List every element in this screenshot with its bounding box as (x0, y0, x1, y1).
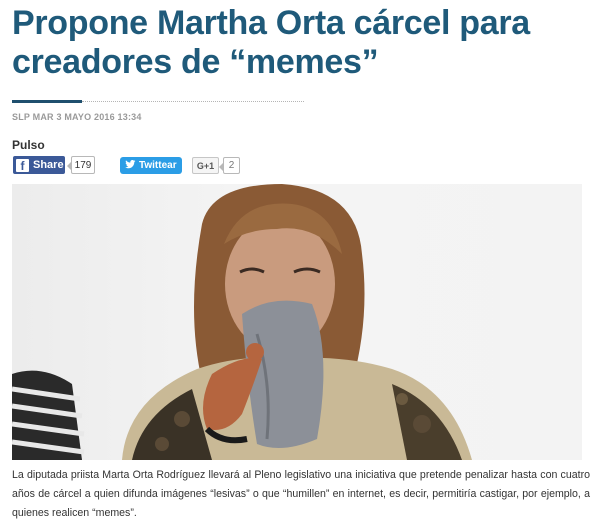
facebook-share-label: Share (33, 159, 64, 171)
facebook-icon: f (16, 158, 29, 173)
article-photo-illustration (12, 184, 472, 460)
article-dateline: SLP MAR 3 MAYO 2016 13:34 (12, 112, 142, 122)
background-person-shoulder (12, 370, 85, 460)
divider-accent (12, 100, 82, 103)
headline-divider (12, 100, 304, 104)
twitter-bird-icon (125, 159, 136, 172)
article-photo (12, 184, 582, 460)
twitter-tweet-label: Twittear (139, 160, 177, 171)
article-body: La diputada priista Marta Orta Rodríguez… (12, 469, 590, 519)
article-section: Pulso (12, 138, 45, 152)
facebook-share-count: 179 (67, 156, 95, 174)
google-plus-count: 2 (219, 157, 240, 174)
facebook-share-button[interactable]: f Share (13, 156, 65, 174)
article-headline: Propone Martha Orta cárcel para creadore… (12, 4, 530, 81)
twitter-tweet-button[interactable]: Twittear (120, 157, 182, 174)
google-plus-icon: G+1 (196, 160, 215, 171)
google-plus-button[interactable]: G+1 (192, 157, 219, 174)
divider-dotted (82, 101, 304, 102)
